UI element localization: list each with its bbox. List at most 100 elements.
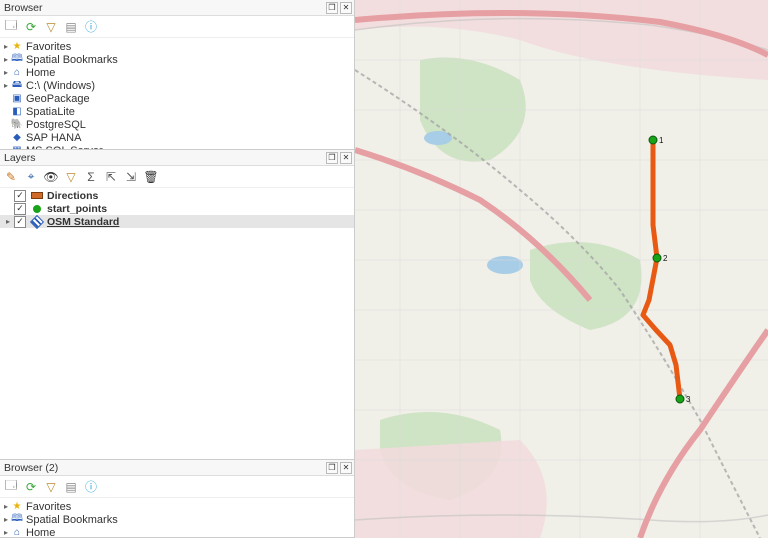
browser-item[interactable]: ▸◧SpatiaLite — [0, 105, 354, 118]
collapse-icon[interactable]: ▤ — [64, 20, 78, 34]
panel-undock-button[interactable]: ❐ — [326, 462, 338, 474]
refresh-icon[interactable]: ⟳ — [24, 20, 38, 34]
bookmark-icon: 🕮 — [10, 514, 24, 526]
layers-panel: Layers ❐ ✕ ✎ ⌖ 👁 ▽ Σ ⇱ ⇲ 🗑 ▸✓Directions▸… — [0, 150, 354, 460]
expand-arrow-icon[interactable]: ▸ — [2, 81, 10, 90]
bookmark-icon: 🕮 — [10, 54, 24, 66]
expand-arrow-icon[interactable]: ▸ — [2, 68, 10, 77]
collapse-icon[interactable]: ▤ — [64, 480, 78, 494]
browser2-panel-header[interactable]: Browser (2) ❐ ✕ — [0, 460, 354, 476]
visibility-icon[interactable]: 👁 — [44, 170, 58, 184]
browser-item-label: Spatial Bookmarks — [26, 514, 118, 526]
layer-visibility-checkbox[interactable]: ✓ — [14, 216, 26, 228]
browser-item-label: Home — [26, 527, 55, 538]
filter-icon[interactable]: ▽ — [44, 480, 58, 494]
expand-arrow-icon[interactable]: ▸ — [4, 217, 12, 226]
panel-close-button[interactable]: ✕ — [340, 2, 352, 14]
layer-label: start_points — [47, 203, 107, 215]
spatialite-icon: ◧ — [10, 106, 24, 118]
layer-visibility-checkbox[interactable]: ✓ — [14, 190, 26, 202]
expand-arrow-icon[interactable]: ▸ — [2, 528, 10, 537]
add-connection-icon[interactable]: 🗔 — [4, 480, 18, 494]
layer-label: OSM Standard — [47, 216, 119, 228]
browser-item[interactable]: ▸★Favorites — [0, 500, 354, 513]
filter-legend-icon[interactable]: ▽ — [64, 170, 78, 184]
expand-arrow-icon[interactable]: ▸ — [2, 55, 10, 64]
expand-arrow-icon[interactable]: ▸ — [2, 515, 10, 524]
browser-item-label: PostgreSQL — [26, 119, 86, 131]
panel-close-button[interactable]: ✕ — [340, 152, 352, 164]
browser-toolbar: 🗔 ⟳ ▽ ▤ ⓘ — [0, 16, 354, 38]
layers-tree[interactable]: ▸✓Directions▸✓start_points▸✓OSM Standard — [0, 188, 354, 459]
browser-item[interactable]: ▸🖴C:\ (Windows) — [0, 79, 354, 92]
browser-item[interactable]: ▸⌂Home — [0, 66, 354, 79]
properties-icon[interactable]: ⓘ — [84, 20, 98, 34]
browser2-toolbar: 🗔 ⟳ ▽ ▤ ⓘ — [0, 476, 354, 498]
browser-panel: Browser ❐ ✕ 🗔 ⟳ ▽ ▤ ⓘ ▸★Favorites▸🕮Spati… — [0, 0, 354, 150]
browser-item[interactable]: ▸▣GeoPackage — [0, 92, 354, 105]
layer-symbol-icon — [30, 203, 44, 215]
route-point-label: 1 — [659, 136, 664, 145]
map-canvas[interactable]: 1 2 3 — [355, 0, 768, 538]
panel-close-button[interactable]: ✕ — [340, 462, 352, 474]
expand-arrow-icon[interactable]: ▸ — [2, 502, 10, 511]
panel-title: Browser (2) — [2, 462, 324, 474]
browser-item[interactable]: ▸▦MS SQL Server — [0, 144, 354, 149]
filter-icon[interactable]: ▽ — [44, 20, 58, 34]
add-group-icon[interactable]: ⌖ — [24, 170, 38, 184]
postgres-icon: 🐘 — [10, 119, 24, 131]
browser-item-label: Spatial Bookmarks — [26, 54, 118, 66]
route-point[interactable] — [676, 395, 684, 403]
layer-row[interactable]: ▸✓start_points — [0, 202, 354, 215]
browser-item-label: MS SQL Server — [26, 145, 103, 150]
remove-layer-icon[interactable]: 🗑 — [144, 170, 158, 184]
expression-icon[interactable]: Σ — [84, 170, 98, 184]
layer-row[interactable]: ▸✓Directions — [0, 189, 354, 202]
refresh-icon[interactable]: ⟳ — [24, 480, 38, 494]
layer-row[interactable]: ▸✓ OSM Standard — [0, 215, 354, 228]
route-point-label: 3 — [686, 395, 691, 404]
browser-item[interactable]: ▸◆SAP HANA — [0, 131, 354, 144]
browser-item[interactable]: ▸⌂Home — [0, 526, 354, 537]
panel-undock-button[interactable]: ❐ — [326, 152, 338, 164]
browser-item-label: Favorites — [26, 501, 71, 513]
layers-toolbar: ✎ ⌖ 👁 ▽ Σ ⇱ ⇲ 🗑 — [0, 166, 354, 188]
map-svg: 1 2 3 — [355, 0, 768, 538]
browser-tree[interactable]: ▸★Favorites▸🕮Spatial Bookmarks▸⌂Home▸🖴C:… — [0, 38, 354, 149]
browser-item-label: SAP HANA — [26, 132, 81, 144]
add-connection-icon[interactable]: 🗔 — [4, 20, 18, 34]
left-sidebar: Browser ❐ ✕ 🗔 ⟳ ▽ ▤ ⓘ ▸★Favorites▸🕮Spati… — [0, 0, 355, 538]
styling-icon[interactable]: ✎ — [4, 170, 18, 184]
browser-item[interactable]: ▸🐘PostgreSQL — [0, 118, 354, 131]
route-point[interactable] — [653, 254, 661, 262]
properties-icon[interactable]: ⓘ — [84, 480, 98, 494]
panel-undock-button[interactable]: ❐ — [326, 2, 338, 14]
browser-item-label: Favorites — [26, 41, 71, 53]
layer-visibility-checkbox[interactable]: ✓ — [14, 203, 26, 215]
layer-symbol-icon — [30, 216, 44, 228]
browser-item-label: Home — [26, 67, 55, 79]
layer-symbol-icon — [30, 190, 44, 202]
browser-item[interactable]: ▸★Favorites — [0, 40, 354, 53]
browser-item[interactable]: ▸🕮Spatial Bookmarks — [0, 53, 354, 66]
mssql-icon: ▦ — [10, 145, 24, 150]
layers-panel-header[interactable]: Layers ❐ ✕ — [0, 150, 354, 166]
browser-item[interactable]: ▸🕮Spatial Bookmarks — [0, 513, 354, 526]
browser2-panel: Browser (2) ❐ ✕ 🗔 ⟳ ▽ ▤ ⓘ ▸★Favorites▸🕮S… — [0, 460, 354, 538]
collapse-all-icon[interactable]: ⇲ — [124, 170, 138, 184]
panel-title: Layers — [2, 152, 324, 164]
expand-arrow-icon[interactable]: ▸ — [2, 42, 10, 51]
geopackage-icon: ▣ — [10, 93, 24, 105]
drive-icon: 🖴 — [10, 80, 24, 92]
browser2-tree[interactable]: ▸★Favorites▸🕮Spatial Bookmarks▸⌂Home▸🖴C:… — [0, 498, 354, 537]
panel-title: Browser — [2, 2, 324, 14]
expand-all-icon[interactable]: ⇱ — [104, 170, 118, 184]
browser-item-label: C:\ (Windows) — [26, 80, 95, 92]
saphana-icon: ◆ — [10, 132, 24, 144]
route-point[interactable] — [649, 136, 657, 144]
layer-label: Directions — [47, 190, 98, 202]
route-point-label: 2 — [663, 254, 668, 263]
browser-panel-header[interactable]: Browser ❐ ✕ — [0, 0, 354, 16]
home-icon: ⌂ — [10, 527, 24, 538]
browser-item-label: GeoPackage — [26, 93, 90, 105]
